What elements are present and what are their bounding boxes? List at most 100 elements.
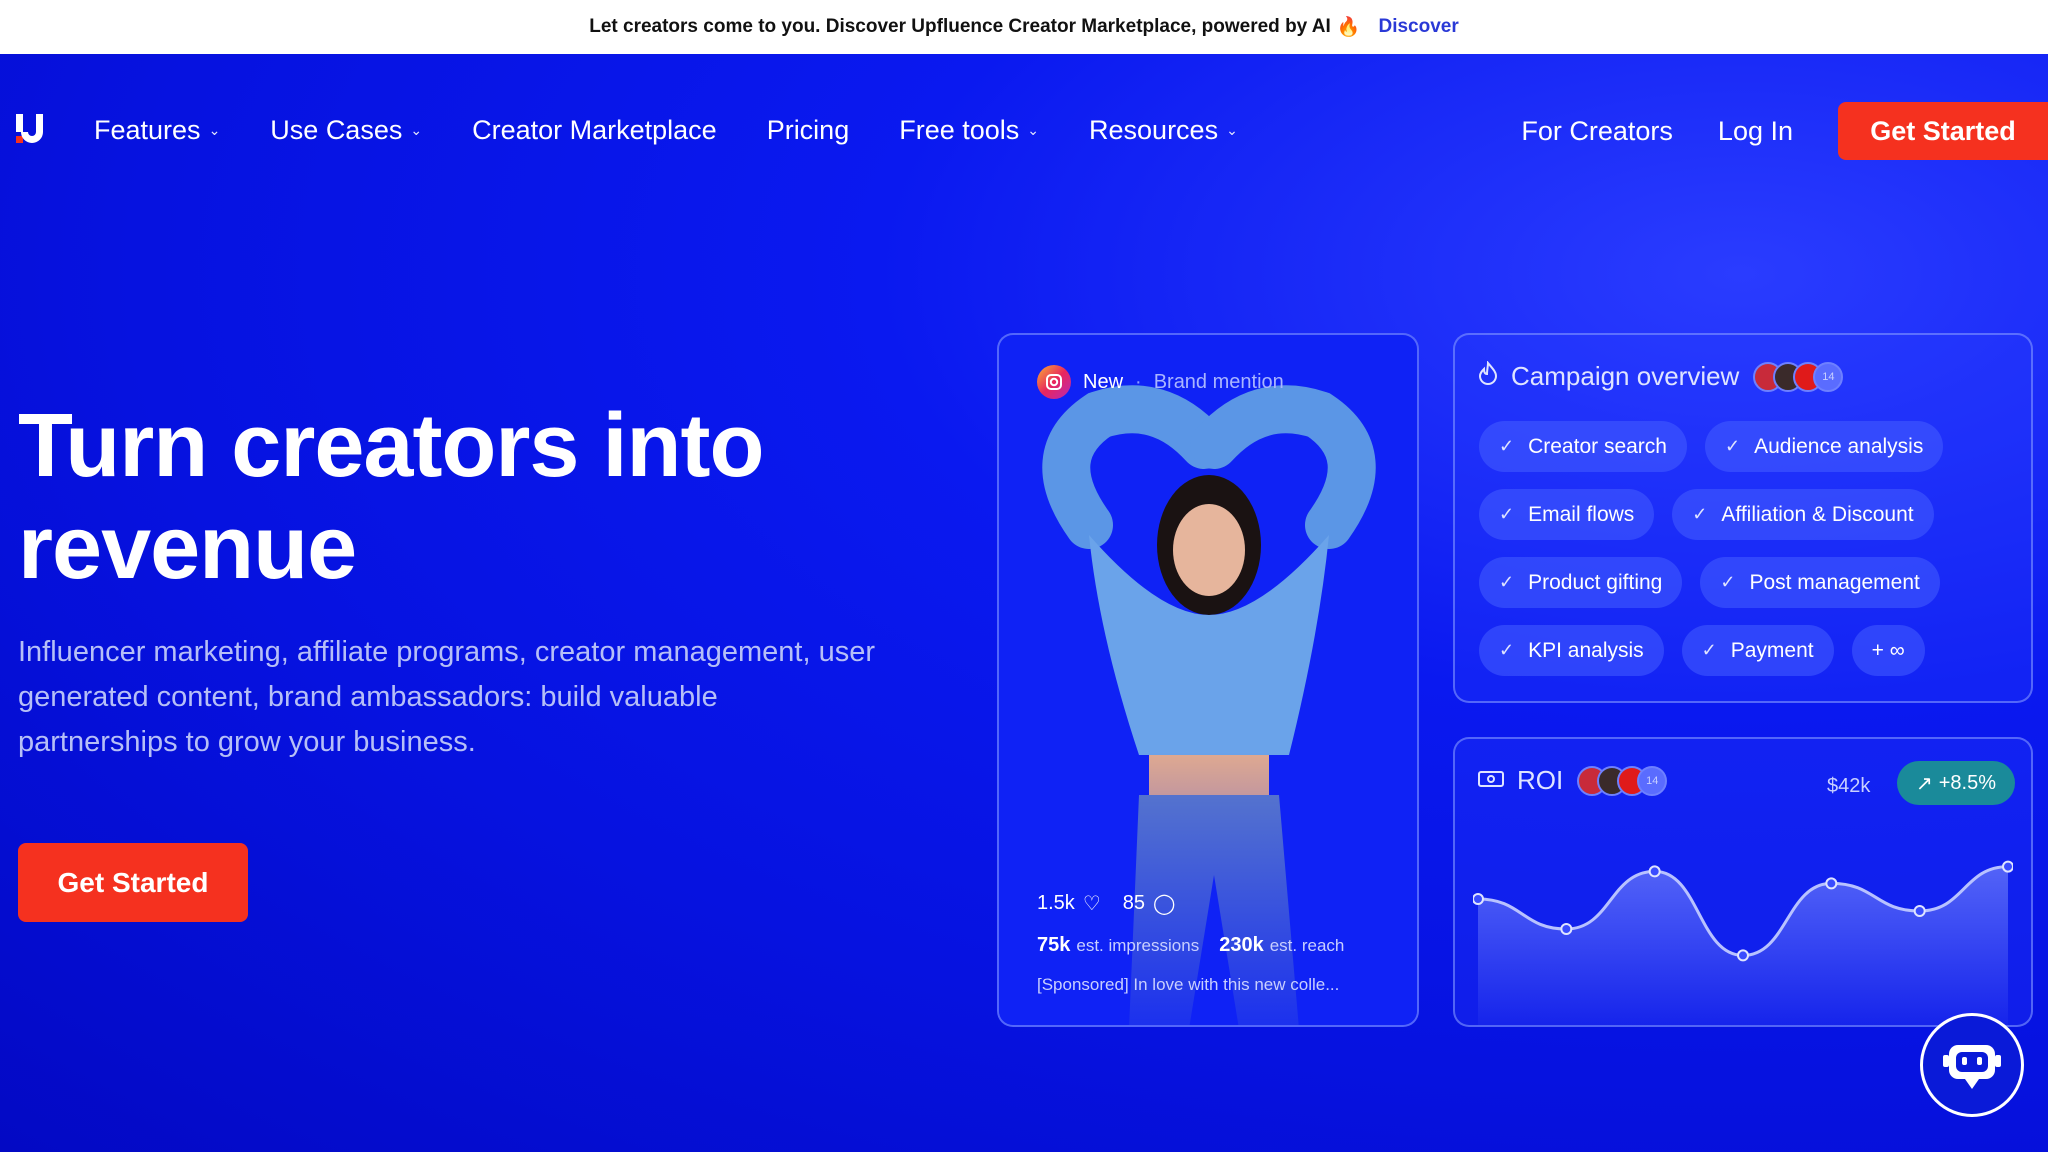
roi-growth-badge: ↗ +8.5% bbox=[1897, 761, 2015, 805]
check-icon: ✓ bbox=[1724, 436, 1741, 456]
chevron-down-icon: ⌄ bbox=[410, 122, 423, 138]
chip-label: + ∞ bbox=[1871, 638, 1905, 662]
post-type: Brand mention bbox=[1153, 370, 1284, 393]
flame-icon bbox=[1477, 360, 1499, 392]
comments-count: 85 bbox=[1122, 892, 1145, 914]
impressions-label: est. impressions bbox=[1076, 936, 1200, 955]
chip-payment[interactable]: ✓ Payment bbox=[1681, 625, 1834, 676]
post-caption: [Sponsored] In love with this new colle.… bbox=[1037, 975, 1340, 994]
reach-label: est. reach bbox=[1269, 936, 1345, 955]
post-separator: · bbox=[1135, 370, 1142, 393]
chevron-down-icon: ⌄ bbox=[208, 122, 221, 138]
comment-icon: ◯ bbox=[1153, 893, 1176, 915]
check-icon: ✓ bbox=[1692, 504, 1708, 524]
chip-label: Post management bbox=[1749, 570, 1920, 594]
chip-label: Email flows bbox=[1528, 502, 1635, 526]
campaign-title-row: Campaign overview 14 bbox=[1477, 360, 1844, 392]
chip-kpi-analysis[interactable]: ✓ KPI analysis bbox=[1479, 625, 1664, 676]
banner-text: Let creators come to you. Discover Upflu… bbox=[589, 16, 1331, 37]
chip-label: Audience analysis bbox=[1754, 434, 1924, 458]
chip-email-flows[interactable]: ✓ Email flows bbox=[1479, 489, 1655, 540]
roi-point bbox=[1560, 923, 1573, 935]
avatar-group: 14 bbox=[1753, 361, 1844, 392]
nav-use-cases-label: Use Cases bbox=[270, 115, 403, 145]
roi-amount: $42k bbox=[1827, 775, 1871, 797]
chevron-down-icon: ⌄ bbox=[1226, 122, 1238, 138]
login-link[interactable]: Log In bbox=[1718, 116, 1793, 147]
nav-right: For Creators Log In Get Started bbox=[1521, 102, 2048, 160]
impressions-value: 75k bbox=[1037, 934, 1071, 956]
check-icon: ✓ bbox=[1499, 504, 1515, 524]
hero-headline: Turn creators into revenue bbox=[18, 395, 898, 599]
post-stats: 1.5k ♡ 85 ◯ 75k est. impressions 230k es… bbox=[1037, 891, 1364, 995]
nav-features-label: Features bbox=[94, 115, 201, 145]
post-header: New · Brand mention bbox=[1037, 365, 1284, 399]
chatbot-button[interactable] bbox=[1920, 1013, 2024, 1117]
chip-affiliation-discount[interactable]: ✓ Affiliation & Discount bbox=[1672, 489, 1934, 540]
chip-product-gifting[interactable]: ✓ Product gifting bbox=[1479, 557, 1683, 608]
roi-point bbox=[2002, 860, 2013, 873]
chip-label: KPI analysis bbox=[1528, 638, 1644, 662]
check-icon: ✓ bbox=[1720, 572, 1736, 592]
roi-point bbox=[1473, 893, 1484, 905]
nav-pricing[interactable]: Pricing bbox=[767, 115, 850, 146]
upfluence-logo[interactable] bbox=[14, 112, 46, 146]
nav-resources[interactable]: Resources ⌄ bbox=[1089, 115, 1238, 146]
nav-features[interactable]: Features ⌄ bbox=[94, 115, 220, 146]
banner-discover-link[interactable]: Discover bbox=[1378, 16, 1458, 38]
nav-creator-marketplace-label: Creator Marketplace bbox=[472, 115, 717, 145]
chip-audience-analysis[interactable]: ✓ Audience analysis bbox=[1704, 421, 1944, 472]
roi-badge-value: +8.5% bbox=[1938, 771, 1997, 794]
likes-count: 1.5k bbox=[1037, 892, 1075, 914]
headline-line1: Turn creators into bbox=[18, 396, 764, 496]
check-icon: ✓ bbox=[1499, 640, 1515, 660]
roi-point bbox=[1825, 877, 1838, 890]
chip-label: Product gifting bbox=[1528, 570, 1663, 594]
avatar-count: 14 bbox=[1813, 361, 1844, 392]
chip-more[interactable]: + ∞ bbox=[1851, 625, 1925, 676]
roi-card: ROI 14 $42k ↗ +8.5% bbox=[1453, 737, 2033, 1027]
roi-title-row: ROI 14 bbox=[1477, 765, 1668, 796]
nav-free-tools-label: Free tools bbox=[899, 115, 1020, 145]
feature-chips: ✓ Creator search ✓ Audience analysis ✓ Emai… bbox=[1479, 421, 2019, 693]
fire-icon: 🔥 bbox=[1336, 17, 1361, 38]
hero-get-started-button[interactable]: Get Started bbox=[18, 843, 248, 922]
check-icon: ✓ bbox=[1701, 640, 1717, 660]
reach-value: 230k bbox=[1219, 934, 1264, 956]
check-icon: ✓ bbox=[1499, 436, 1515, 456]
roi-point bbox=[1737, 949, 1749, 962]
campaign-title: Campaign overview bbox=[1511, 361, 1740, 391]
money-icon bbox=[1477, 765, 1505, 796]
chip-label: Creator search bbox=[1528, 434, 1667, 458]
trend-up-icon: ↗ bbox=[1915, 772, 1933, 795]
for-creators-link[interactable]: For Creators bbox=[1521, 116, 1673, 147]
chevron-down-icon: ⌄ bbox=[1027, 122, 1040, 138]
robot-icon bbox=[1943, 1045, 2001, 1089]
main-nav: Features ⌄ Use Cases ⌄ Creator Marketpla… bbox=[94, 115, 1288, 146]
chip-label: Payment bbox=[1730, 638, 1814, 662]
post-status: New bbox=[1083, 370, 1124, 393]
announcement-banner: Let creators come to you. Discover Upflu… bbox=[0, 0, 2048, 54]
nav-resources-label: Resources bbox=[1089, 115, 1219, 145]
nav-get-started-button[interactable]: Get Started bbox=[1838, 102, 2048, 160]
chip-label: Affiliation & Discount bbox=[1721, 502, 1914, 526]
nav-pricing-label: Pricing bbox=[766, 115, 850, 145]
chip-post-management[interactable]: ✓ Post management bbox=[1700, 557, 1940, 608]
avatar-group: 14 bbox=[1577, 765, 1668, 796]
roi-area bbox=[1478, 866, 2008, 1025]
headline-line2: revenue bbox=[18, 498, 357, 598]
campaign-overview-card: Campaign overview 14 ✓ Creator search ✓ Au… bbox=[1453, 333, 2033, 703]
roi-title: ROI bbox=[1517, 765, 1564, 795]
nav-use-cases[interactable]: Use Cases ⌄ bbox=[270, 115, 422, 146]
hero-subtext: Influencer marketing, affiliate programs… bbox=[18, 636, 875, 758]
roi-point bbox=[1913, 905, 1926, 917]
roi-point bbox=[1648, 865, 1661, 878]
avatar-count: 14 bbox=[1637, 765, 1668, 796]
nav-creator-marketplace[interactable]: Creator Marketplace bbox=[472, 115, 717, 146]
post-card: New · Brand mention 1.5k ♡ 85 ◯ 75k est.… bbox=[997, 333, 1419, 1027]
instagram-icon bbox=[1037, 365, 1071, 399]
nav-free-tools[interactable]: Free tools ⌄ bbox=[899, 115, 1039, 146]
check-icon: ✓ bbox=[1499, 572, 1515, 592]
chip-creator-search[interactable]: ✓ Creator search bbox=[1479, 421, 1687, 472]
roi-line-chart bbox=[1473, 860, 2013, 1025]
